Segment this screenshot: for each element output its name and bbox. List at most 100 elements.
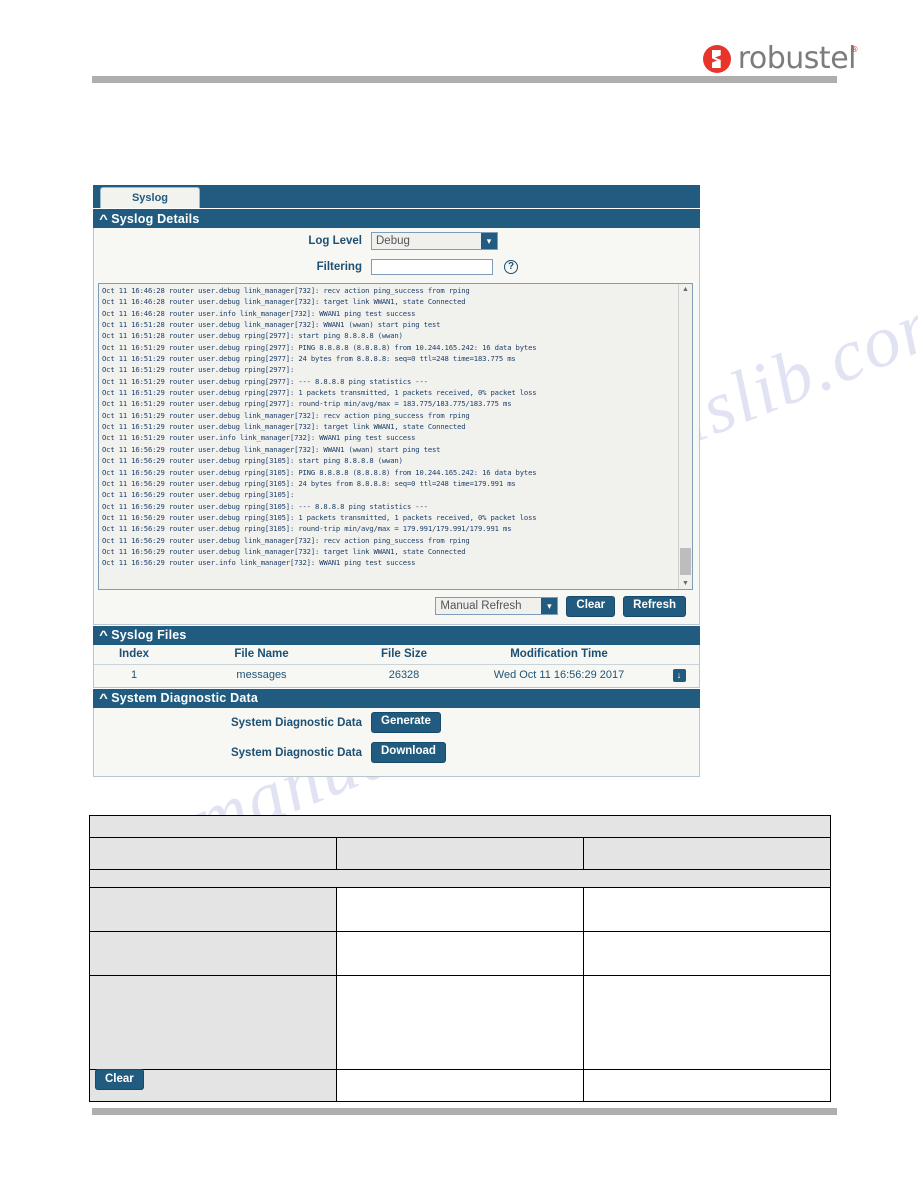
cell-modification-time: Wed Oct 11 16:56:29 2017	[493, 669, 625, 681]
section-header-system-diagnostic[interactable]: ^ System Diagnostic Data	[93, 687, 700, 708]
filtering-input[interactable]	[371, 259, 493, 275]
spec-button-default	[583, 1069, 831, 1102]
generate-diagnostic-button[interactable]: Generate	[371, 712, 441, 733]
column-header-index: Index	[94, 644, 174, 665]
refresh-mode-select[interactable]: Manual Refresh ▾	[435, 597, 559, 616]
log-line: Oct 11 16:46:28 router user.info link_ma…	[102, 308, 416, 318]
log-line: Oct 11 16:46:28 router user.debug link_m…	[102, 297, 466, 307]
log-level-label: Log Level	[308, 235, 362, 247]
refresh-log-button[interactable]: Refresh	[623, 596, 686, 617]
clear-button[interactable]: Clear	[95, 1069, 144, 1090]
log-level-value: Debug	[376, 235, 410, 247]
column-header-modification-time: Modification Time	[459, 644, 659, 665]
section-title-syslog-details: Syslog Details	[111, 211, 200, 226]
clear-log-button[interactable]: Clear	[566, 596, 616, 617]
spec-data-desc-3	[336, 975, 584, 1070]
log-line: Oct 11 16:56:29 router user.debug rping[…	[102, 490, 295, 500]
scroll-down-arrow-icon[interactable]: ▼	[679, 578, 692, 589]
brand-name: robustel ®	[737, 41, 859, 76]
table-row: 1 messages 26328 Wed Oct 11 16:56:29 201…	[94, 664, 699, 687]
chevron-down-icon[interactable]: ▾	[541, 598, 558, 615]
log-line: Oct 11 16:56:29 router user.info link_ma…	[102, 558, 416, 568]
section-body-syslog-details: Log Level Debug ▾ Filtering ? Oct 11 16:…	[93, 228, 700, 625]
log-line: Oct 11 16:51:29 router user.debug rping[…	[102, 388, 537, 398]
table-header-row: Index File Name File Size Modification T…	[94, 644, 699, 665]
row-download-diagnostic: System Diagnostic Data Download	[94, 738, 699, 768]
log-line: Oct 11 16:56:29 router user.debug rping[…	[102, 456, 403, 466]
section-header-syslog-details[interactable]: ^ Syslog Details	[93, 208, 700, 228]
refresh-mode-value: Manual Refresh	[440, 600, 522, 613]
scrollbar-thumb[interactable]	[680, 548, 691, 575]
log-line: Oct 11 16:56:29 router user.debug rping[…	[102, 501, 428, 511]
log-line: Oct 11 16:46:28 router user.debug link_m…	[102, 286, 470, 295]
chevron-down-icon[interactable]: ▾	[481, 233, 497, 249]
download-diagnostic-label: System Diagnostic Data	[230, 746, 362, 759]
spec-row-button: Clear	[89, 1069, 831, 1102]
row-log-level: Log Level Debug ▾	[94, 228, 699, 254]
log-line: Oct 11 16:51:29 router user.debug rping[…	[102, 376, 428, 386]
log-line: Oct 11 16:51:28 router user.debug rping[…	[102, 331, 403, 341]
chevron-up-icon[interactable]: ^	[99, 212, 108, 226]
section-title-syslog-files: Syslog Files	[111, 628, 187, 642]
spec-group-cell	[89, 869, 831, 888]
console-controls: Manual Refresh ▾ Clear Refresh	[94, 590, 699, 624]
spec-data-desc-2	[336, 931, 584, 976]
spec-row-data	[89, 931, 831, 976]
page-header: robustel ®	[0, 0, 918, 90]
scroll-up-arrow-icon[interactable]: ▲	[679, 284, 692, 295]
log-line: Oct 11 16:56:29 router user.debug link_m…	[102, 535, 470, 545]
cell-index: 1	[130, 669, 138, 681]
spec-data-label-1	[89, 887, 337, 932]
router-webui-panel: Syslog ^ Syslog Details Log Level Debug …	[93, 185, 700, 777]
spec-button-cell: Clear	[89, 1069, 337, 1102]
log-line: Oct 11 16:51:29 router user.debug rping[…	[102, 365, 295, 375]
section-header-syslog-files[interactable]: ^ Syslog Files	[93, 624, 700, 645]
row-filtering: Filtering ?	[94, 254, 699, 280]
spec-subhead-cell-2	[336, 837, 584, 870]
syslog-files-table: Index File Name File Size Modification T…	[94, 644, 699, 687]
log-line: Oct 11 16:51:29 router user.debug rping[…	[102, 342, 537, 352]
spec-data-label-2	[89, 931, 337, 976]
spec-data-default-3	[583, 975, 831, 1070]
spec-data-default-2	[583, 931, 831, 976]
spec-data-label-3	[89, 975, 337, 1070]
spec-row-subhead	[89, 837, 831, 870]
row-generate-diagnostic: System Diagnostic Data Generate	[94, 708, 699, 738]
spec-row-data	[89, 975, 831, 1070]
log-line: Oct 11 16:51:29 router user.debug rping[…	[102, 354, 516, 364]
log-line: Oct 11 16:56:29 router user.debug link_m…	[102, 546, 466, 556]
download-icon[interactable]: ↓	[672, 668, 686, 682]
log-line: Oct 11 16:56:29 router user.debug link_m…	[102, 444, 441, 454]
chevron-up-icon[interactable]: ^	[99, 691, 108, 705]
tab-syslog[interactable]: Syslog	[100, 187, 200, 208]
cell-actions: ↓	[659, 664, 699, 687]
log-line: Oct 11 16:51:29 router user.debug link_m…	[102, 410, 470, 420]
syslog-console[interactable]: Oct 11 16:46:28 router user.debug link_m…	[98, 283, 693, 590]
spec-row-title	[89, 815, 831, 838]
download-diagnostic-button[interactable]: Download	[371, 742, 446, 763]
cell-file-size: 26328	[388, 669, 420, 681]
section-title-system-diagnostic: System Diagnostic Data	[111, 691, 259, 705]
log-line: Oct 11 16:56:29 router user.debug rping[…	[102, 467, 537, 477]
question-mark-icon[interactable]: ?	[504, 260, 518, 274]
tab-strip: Syslog	[93, 185, 700, 208]
spec-row-group	[89, 869, 831, 888]
column-header-actions	[659, 644, 699, 665]
log-level-select[interactable]: Debug ▾	[371, 232, 498, 250]
spec-subhead-cell-1	[89, 837, 337, 870]
column-header-file-size: File Size	[349, 644, 459, 665]
specification-table: Clear	[89, 815, 831, 1102]
log-line: Oct 11 16:56:29 router user.debug rping[…	[102, 478, 516, 488]
cell-file-name: messages	[236, 669, 287, 681]
footer-divider	[92, 1108, 837, 1115]
spec-data-default-1	[583, 887, 831, 932]
spec-subhead-cell-3	[583, 837, 831, 870]
section-body-syslog-files: Index File Name File Size Modification T…	[93, 644, 700, 688]
log-line: Oct 11 16:56:29 router user.debug rping[…	[102, 524, 512, 534]
log-line: Oct 11 16:56:29 router user.debug rping[…	[102, 512, 537, 522]
syslog-scrollbar[interactable]: ▲ ▼	[678, 284, 692, 589]
spec-data-desc-1	[336, 887, 584, 932]
spec-row-data	[89, 887, 831, 932]
column-header-file-name: File Name	[174, 644, 349, 665]
chevron-up-icon[interactable]: ^	[99, 628, 108, 642]
